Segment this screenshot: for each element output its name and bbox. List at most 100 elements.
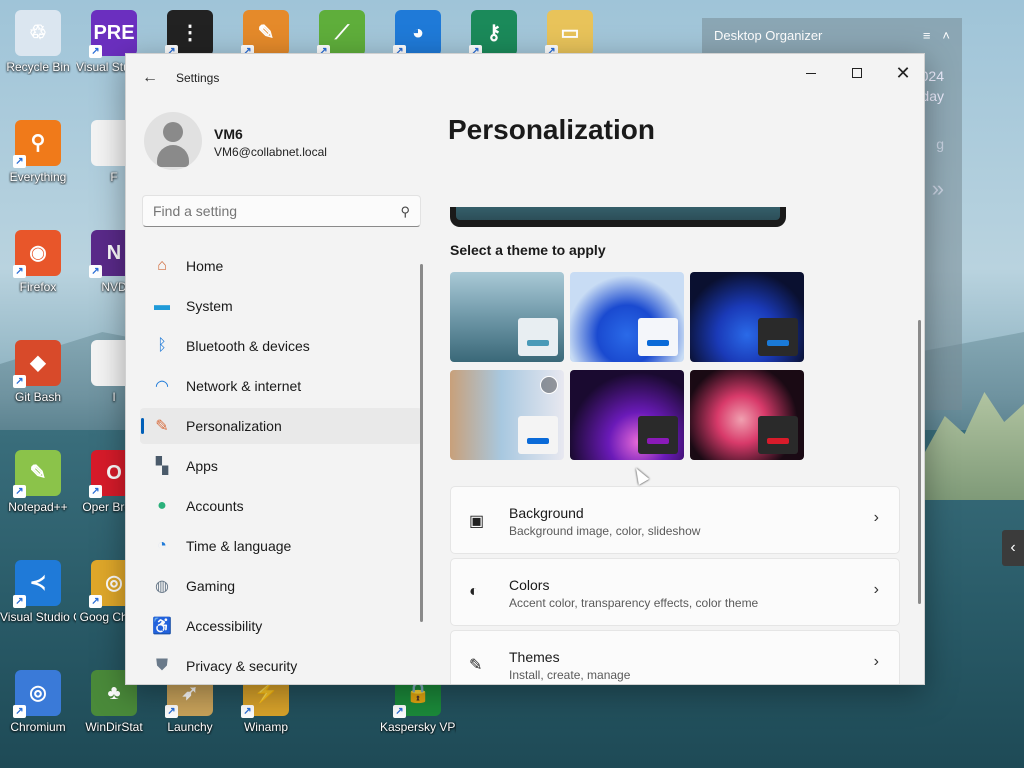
settings-card-themes[interactable]: ✎ Themes Install, create, manage › (450, 630, 900, 684)
maximize-button[interactable] (834, 58, 880, 88)
sidebar-nav: ⌂ Home ▬ System ᛒ Bluetooth & devices ◠ Network… (140, 248, 422, 684)
app-glyph: ◎ (105, 571, 123, 594)
shortcut-arrow-icon: ↗ (13, 705, 26, 718)
globe-clock-icon: ◔ (157, 537, 167, 554)
desktop-icon[interactable]: ◎ ↗ Chromium (0, 670, 76, 735)
sidebar-item-bluetooth-devices[interactable]: ᛒ Bluetooth & devices (140, 328, 422, 364)
desktop-icon-label: Winamp (243, 720, 288, 734)
title-bar: ← Settings ✕ (126, 54, 924, 102)
sidebar-item-gaming[interactable]: ◍ Gaming (140, 568, 422, 604)
sidebar-item-home[interactable]: ⌂ Home (140, 248, 422, 284)
back-arrow-icon[interactable]: ← (140, 68, 160, 88)
organizer-text-g: g (936, 136, 944, 152)
sidebar-item-personalization[interactable]: ✎ Personalization (140, 408, 422, 444)
app-icon: ⚷ ↗ (469, 10, 517, 58)
sidebar-item-label: Home (186, 258, 224, 274)
chevron-right-icon: › (873, 653, 879, 670)
theme-bloom-light[interactable] (570, 272, 684, 362)
app-glyph: N (106, 241, 122, 264)
close-button[interactable]: ✕ (880, 58, 924, 88)
desktop-icon-label: Everything (9, 170, 67, 184)
theme-glow[interactable] (570, 370, 684, 460)
desktop-icon[interactable]: ✎ ↗ Notepad++ (0, 450, 76, 515)
theme-bloom-dark[interactable] (690, 272, 804, 362)
chevron-right-icon: › (873, 581, 879, 598)
settings-card-colors[interactable]: ◐ Colors Accent color, transparency effect… (450, 558, 900, 626)
settings-card-background[interactable]: ▣ Background Background image, color, slid… (450, 486, 900, 554)
spotlight-badge-icon (540, 376, 558, 394)
theme-preview-image (456, 207, 780, 220)
sidebar-item-apps[interactable]: ▚ Apps (140, 448, 422, 484)
app-icon: ✎ ↗ (241, 10, 289, 58)
sidebar-item-network-internet[interactable]: ◠ Network & internet (140, 368, 422, 404)
desktop-icon-label: Firefox (19, 280, 57, 294)
desktop-icon[interactable]: ⚲ ↗ Everything (0, 120, 76, 185)
accessibility-icon: ♿ (152, 618, 172, 635)
desktop-icon[interactable]: ◆ ↗ Git Bash (0, 340, 76, 405)
app-icon: ✎ ↗ (13, 450, 61, 498)
sidebar-item-label: Gaming (186, 578, 236, 594)
minimize-button[interactable] (788, 58, 834, 88)
app-icon: ◎ ↗ (13, 670, 61, 718)
wifi-icon: ◠ (155, 378, 169, 395)
apps-icon: ▚ (155, 458, 169, 475)
pen-icon: ✎ (469, 657, 483, 674)
card-title: Themes (509, 649, 560, 665)
chevron-left-icon[interactable]: ‹ (1002, 530, 1024, 566)
brush-icon: ✎ (155, 418, 169, 435)
content-scrollbar[interactable] (918, 320, 921, 604)
app-icon: PRE ↗ (89, 10, 137, 58)
sidebar-item-time-language[interactable]: ◔ Time & language (140, 528, 422, 564)
app-glyph: ⚲ (30, 131, 46, 154)
settings-window: ← Settings ✕ VM6 VM6@collabnet.local ⚲ ⌂… (125, 53, 925, 685)
card-title: Colors (509, 577, 550, 593)
page-title: Personalization (448, 114, 655, 145)
shortcut-arrow-icon: ↗ (13, 485, 26, 498)
sidebar-item-system[interactable]: ▬ System (140, 288, 422, 324)
card-title: Background (509, 505, 584, 521)
app-glyph: ◕ (411, 21, 425, 44)
sidebar-item-accounts[interactable]: ● Accounts (140, 488, 422, 524)
palette-icon: ◐ (469, 583, 479, 600)
card-subtitle: Install, create, manage (509, 668, 631, 682)
theme-preview (450, 207, 786, 227)
app-icon: ⟋ ↗ (317, 10, 365, 58)
desktop-icon-label: Kaspersky VPN (380, 720, 456, 734)
app-icon: ◉ ↗ (13, 230, 61, 278)
app-glyph: ♣ (107, 681, 121, 704)
search-box[interactable]: ⚲ (142, 195, 421, 227)
app-glyph: ◉ (29, 241, 47, 264)
sidebar-item-accessibility[interactable]: ♿ Accessibility (140, 608, 422, 644)
sidebar-item-label: Privacy & security (186, 658, 298, 674)
maximize-icon (852, 68, 862, 78)
organizer-expand-icon[interactable]: » (932, 176, 944, 202)
bluetooth-icon: ᛒ (157, 337, 167, 354)
theme-lake[interactable] (450, 272, 564, 362)
theme-spotlight[interactable] (450, 370, 564, 460)
menu-icon[interactable]: ≡ (923, 28, 931, 43)
search-input[interactable] (143, 196, 383, 226)
desktop-icon[interactable]: ◉ ↗ Firefox (0, 230, 76, 295)
chevron-up-icon[interactable]: ˄ (942, 28, 950, 43)
app-glyph: ◎ (29, 681, 47, 704)
theme-flower[interactable] (690, 370, 804, 460)
desktop-icon-label: Launchy (167, 720, 213, 734)
shortcut-arrow-icon: ↗ (89, 265, 102, 278)
sidebar-item-label: System (186, 298, 233, 314)
theme-swatch (518, 318, 558, 356)
theme-swatch (518, 416, 558, 454)
sidebar-scrollbar[interactable] (420, 264, 423, 622)
image-icon: ▣ (469, 513, 485, 530)
shortcut-arrow-icon: ↗ (165, 705, 178, 718)
app-icon: ♲ (15, 10, 61, 56)
sidebar-item-privacy-security[interactable]: ⛊ Privacy & security (140, 648, 422, 684)
search-icon[interactable]: ⚲ (400, 204, 410, 220)
shortcut-arrow-icon: ↗ (89, 45, 102, 58)
desktop-icon-label: Chromium (10, 720, 66, 734)
chevron-right-icon: › (873, 509, 879, 526)
desktop-icon[interactable]: ≺↗ Visual Studio Code (0, 560, 76, 625)
shortcut-arrow-icon: ↗ (241, 705, 254, 718)
desktop-icon[interactable]: ♲ Recycle Bin (0, 10, 76, 75)
user-profile[interactable]: VM6 VM6@collabnet.local (144, 112, 414, 172)
desktop-icon-label: Notepad++ (8, 500, 68, 514)
